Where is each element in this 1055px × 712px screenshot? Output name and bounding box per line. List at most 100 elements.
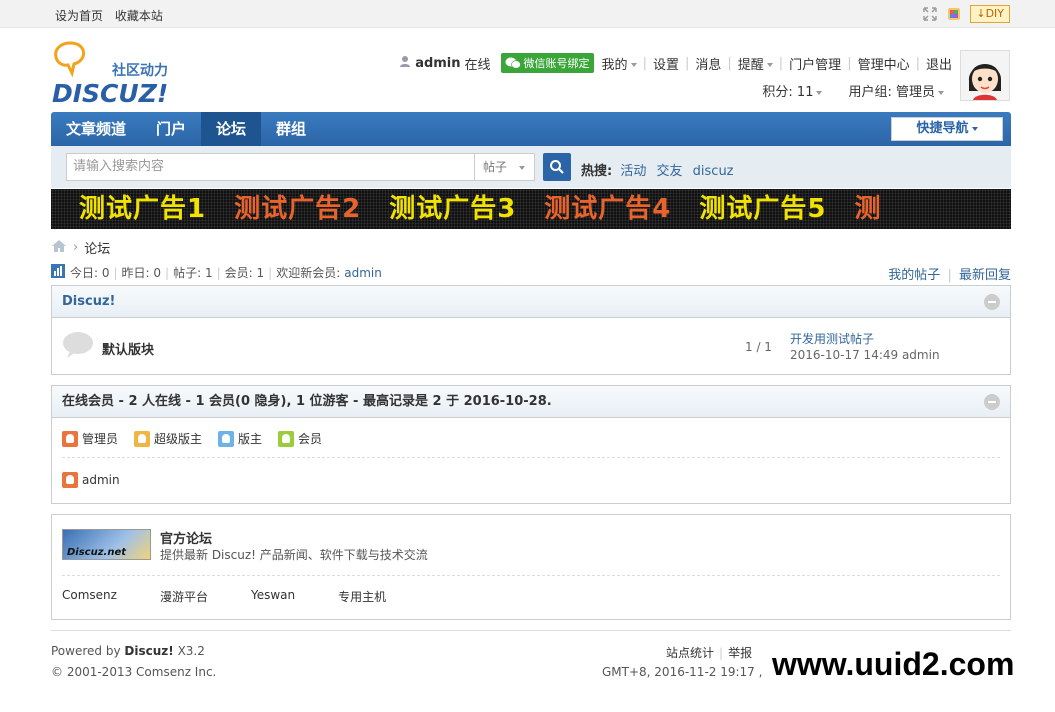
collapse-icon[interactable] [984, 294, 1000, 310]
partner-link[interactable]: Comsenz [62, 588, 117, 605]
chevron-down-icon [630, 63, 637, 67]
usergroup-menu[interactable]: 用户组: 管理员 [848, 81, 944, 100]
forum-last-post-link[interactable]: 开发用测试帖子 [790, 330, 874, 347]
partner-links: Comsenz 漫游平台 Yeswan 专用主机 [52, 576, 1010, 605]
legend-label: 版主 [238, 432, 263, 446]
legend-member: 会员 [278, 430, 322, 447]
my-links: 我的帖子 | 最新回复 [888, 268, 1011, 283]
my-posts-link[interactable]: 我的帖子 [888, 268, 940, 283]
logo-brand: DISCUZ! [52, 79, 168, 106]
powered-by: Powered by Discuz! X3.2 [51, 644, 205, 658]
separator: | [684, 55, 690, 71]
diy-button[interactable]: ↓DIY [970, 5, 1010, 23]
nav-item-forum[interactable]: 论坛 [201, 112, 262, 146]
discuz-link[interactable]: Discuz! [124, 644, 173, 658]
search-button[interactable] [543, 153, 571, 181]
forum-thread-count: 1 / 1 [745, 340, 772, 354]
footer-divider [51, 630, 1011, 631]
separator: | [915, 55, 920, 71]
forum-last-post-meta: 2016-10-17 14:49 admin [790, 348, 940, 362]
category-title[interactable]: Discuz! [62, 294, 115, 309]
hot-search-label: 热搜: [581, 164, 613, 179]
set-home-link[interactable]: 设为首页 [55, 9, 103, 23]
menu-my-label: 我的 [601, 57, 628, 73]
chevron-down-icon [816, 90, 823, 95]
wechat-icon [505, 57, 521, 69]
search-type-select[interactable]: 帖子 [474, 153, 535, 181]
stats-members: 会员: 1 [224, 266, 265, 280]
user-admin-icon [62, 472, 78, 488]
user-mod-icon [218, 430, 235, 447]
discuz-net-logo-text: Discuz.net [67, 547, 127, 558]
menu-my[interactable]: 我的 [602, 54, 637, 73]
points-menu[interactable]: 积分: 11 [762, 81, 823, 100]
separator: | [847, 55, 852, 71]
stats-chart-icon [51, 264, 65, 281]
ad-text: 测试广告3 [389, 194, 517, 224]
hot-search-link[interactable]: 活动 [620, 164, 646, 179]
footer-links: 站点统计 | 举报 [666, 646, 753, 660]
forum-category: Discuz! 默认版块 1 / 1 开发用测试帖子 2016-10-17 14… [51, 285, 1011, 375]
online-members: 在线会员 - 2 人在线 - 1 会员(0 隐身), 1 位游客 - 最高记录是… [51, 385, 1011, 504]
online-user-item: admin [52, 458, 1010, 488]
partner-link[interactable]: 漫游平台 [160, 588, 208, 605]
fullscreen-icon[interactable] [922, 6, 938, 22]
wechat-bind-button[interactable]: 微信账号绑定 [500, 53, 594, 73]
nav-item-groups[interactable]: 群组 [261, 112, 321, 146]
separator: | [642, 55, 647, 71]
collapse-icon[interactable] [984, 394, 1000, 410]
official-forum-desc: 提供最新 Discuz! 产品新闻、软件下载与技术交流 [160, 548, 428, 562]
menu-notifications[interactable]: 提醒 [738, 54, 773, 73]
chevron-down-icon [766, 63, 773, 67]
latest-replies-link[interactable]: 最新回复 [959, 268, 1011, 283]
menu-messages[interactable]: 消息 [695, 54, 721, 73]
online-user-link[interactable]: admin [82, 473, 120, 487]
legend-label: 管理员 [82, 432, 119, 446]
hot-search-link[interactable]: 交友 [657, 164, 683, 179]
points-label: 积分: 11 [762, 85, 814, 100]
user-info-bar: 积分: 11 用户组: 管理员 [762, 81, 944, 100]
watermark: www.uuid2.com [762, 636, 1055, 712]
legend-admin: 管理员 [62, 430, 118, 447]
avatar[interactable] [960, 50, 1010, 101]
menu-logout[interactable]: 退出 [926, 54, 952, 73]
ad-banner[interactable]: 测试广告1 测试广告2 测试广告3 测试广告4 测试广告5 测 [51, 189, 1011, 229]
nav-item-portal[interactable]: 门户 [141, 112, 201, 146]
site-logo[interactable]: 社区动力 DISCUZ! [52, 40, 182, 108]
menu-admin-center[interactable]: 管理中心 [858, 54, 910, 73]
forum-speech-bubble-icon [62, 331, 94, 359]
legend-label: 会员 [298, 432, 323, 446]
report-link[interactable]: 举报 [728, 646, 752, 660]
discuz-net-logo[interactable]: Discuz.net [62, 529, 151, 560]
legend-mod: 版主 [218, 430, 262, 447]
style-switch-icon[interactable] [946, 6, 962, 22]
partner-link[interactable]: 专用主机 [338, 588, 386, 605]
forum-stats: 今日: 0 | 昨日: 0 | 帖子: 1 | 会员: 1 | 欢迎新会员: admin [51, 264, 382, 281]
diy-label: DIY [985, 7, 1004, 20]
partner-link[interactable]: Yeswan [251, 588, 295, 605]
version-label: X3.2 [177, 644, 205, 658]
hot-search-link[interactable]: discuz [693, 164, 734, 179]
hot-search: 热搜: 活动 交友 discuz [581, 160, 740, 179]
quick-nav-button[interactable]: 快捷导航 [891, 117, 1003, 141]
search-type-label: 帖子 [483, 160, 508, 174]
official-forum-link[interactable]: 官方论坛 [160, 528, 212, 547]
forum-name-link[interactable]: 默认版块 [102, 339, 154, 358]
logo-tagline: 社区动力 [111, 62, 168, 79]
menu-notifications-label: 提醒 [737, 57, 764, 73]
search-input[interactable]: 请输入搜索内容 [66, 153, 475, 181]
ad-text: 测试广告5 [699, 194, 827, 224]
nav-item-articles[interactable]: 文章频道 [51, 112, 141, 146]
menu-portal-admin[interactable]: 门户管理 [789, 54, 841, 73]
forum-row: 默认版块 1 / 1 开发用测试帖子 2016-10-17 14:49 admi… [52, 318, 1010, 374]
online-header: 在线会员 - 2 人在线 - 1 会员(0 隐身), 1 位游客 - 最高记录是… [52, 386, 1010, 418]
user-admin-icon [62, 430, 78, 447]
breadcrumb-current: 论坛 [84, 242, 111, 257]
site-stats-link[interactable]: 站点统计 [666, 646, 714, 660]
username-link[interactable]: admin [415, 56, 460, 71]
newest-member-link[interactable]: admin [344, 266, 382, 280]
bookmark-link[interactable]: 收藏本站 [115, 9, 163, 23]
search-icon [550, 160, 564, 174]
menu-settings[interactable]: 设置 [653, 54, 679, 73]
home-icon[interactable] [51, 239, 67, 257]
